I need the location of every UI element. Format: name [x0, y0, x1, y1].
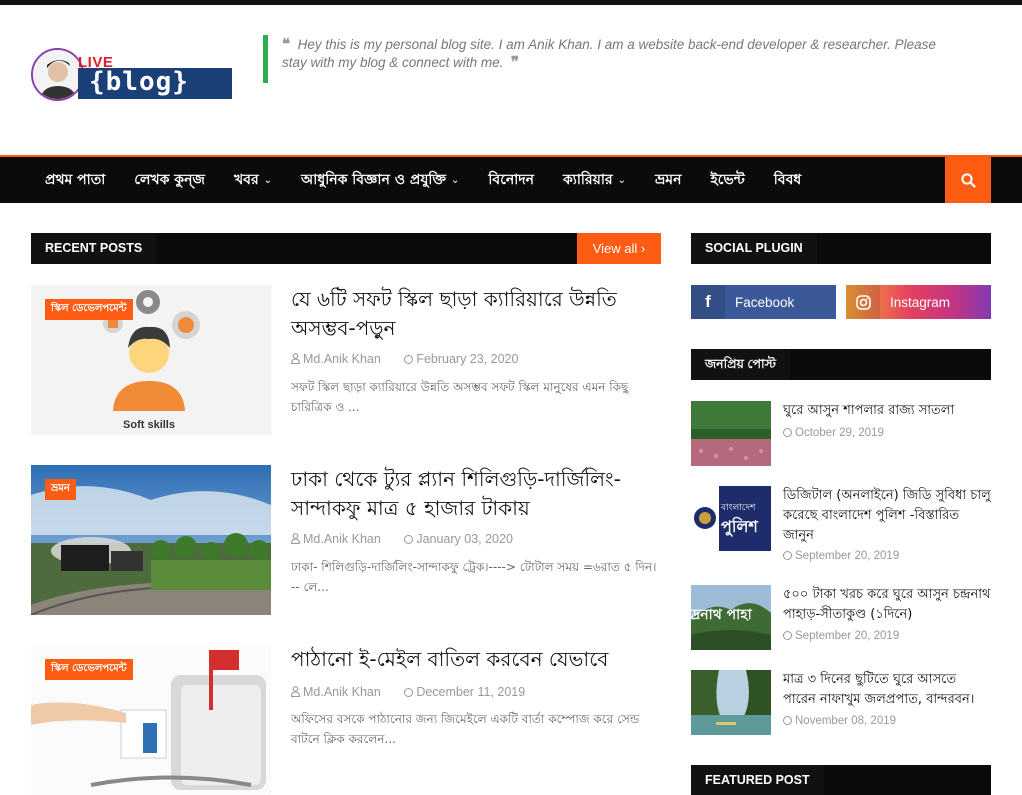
post-excerpt: সফট স্কিল ছাড়া ক্যারিয়ারে উন্নতি অসম্ভ…: [291, 380, 629, 414]
popular-post-item: ঘুরে আসুন শাপলার রাজ্য সাতলা October 29,…: [691, 401, 991, 466]
post-meta: Md.Anik Khan February 23, 2020: [291, 352, 538, 366]
tagline-text: Hey this is my personal blog site. I am …: [282, 37, 936, 70]
clock-icon: [783, 428, 792, 437]
post-excerpt: অফিসের বসকে পাঠানোর জন্য জিমেইলে একটি বা…: [291, 712, 640, 746]
post-thumbnail[interactable]: ভ্রমন: [31, 465, 271, 615]
popular-post-thumbnail[interactable]: [691, 670, 771, 735]
featured-post-title: FEATURED POST: [691, 765, 824, 795]
facebook-label: Facebook: [735, 294, 795, 310]
search-icon: [960, 172, 976, 188]
thumb-text: বাংলাদেশ: [721, 503, 756, 513]
nav-item-travel[interactable]: ভ্রমন: [655, 168, 681, 192]
thumb-text: দ্রনাথ পাহা: [691, 607, 752, 623]
nav-item-news[interactable]: খবর ⌄: [234, 168, 272, 192]
chevron-down-icon: ⌄: [451, 174, 460, 186]
close-quote-icon: ❞: [510, 54, 519, 71]
clock-icon: [404, 688, 414, 697]
instagram-button[interactable]: Instagram: [846, 285, 991, 319]
nav-item-career[interactable]: ক্যারিয়ার ⌄: [563, 168, 626, 192]
post-thumbnail[interactable]: Soft skills স্কিল ডেভেলপমেন্ট: [31, 285, 271, 435]
post-date: December 11, 2019: [416, 685, 526, 699]
clock-icon: [404, 355, 414, 364]
popular-post-item: দ্রনাথ পাহা ৫০০ টাকা খরচ করে ঘুরে আসুন চ…: [691, 585, 991, 650]
post-thumbnail[interactable]: স্কিল ডেভেলপমেন্ট: [31, 645, 271, 795]
nav-item-entertainment[interactable]: বিনোদন: [488, 168, 534, 192]
category-badge[interactable]: স্কিল ডেভেলপমেন্ট: [45, 299, 133, 320]
instagram-icon: [846, 285, 880, 319]
popular-posts-header: জনপ্রিয় পোস্ট: [691, 349, 991, 380]
post-meta: Md.Anik Khan January 03, 2020: [291, 532, 533, 546]
view-all-button[interactable]: View all ›: [577, 233, 661, 264]
nav-item-science-tech[interactable]: আধুনিক বিজ্ঞান ও প্রযুক্তি ⌄: [301, 168, 459, 192]
popular-post-thumbnail[interactable]: দ্রনাথ পাহা: [691, 585, 771, 650]
clock-icon: [404, 535, 414, 544]
post-title[interactable]: যে ৬টি সফট স্কিল ছাড়া ক্যারিয়ারে উন্নত…: [291, 285, 661, 343]
popular-post-title[interactable]: ৫০০ টাকা খরচ করে ঘুরে আসুন চন্দ্রনাথ পাহ…: [783, 585, 991, 625]
post-meta: Md.Anik Khan December 11, 2019: [291, 685, 545, 699]
post-card: ভ্রমন ঢাকা থেকে ট্যুর প্ল্যান শিলিগুড়ি-…: [31, 465, 661, 615]
search-button[interactable]: [945, 157, 991, 203]
recent-posts-title: RECENT POSTS: [31, 233, 157, 264]
site-logo[interactable]: LIVE {blog}: [31, 48, 232, 101]
post-title[interactable]: ঢাকা থেকে ট্যুর প্ল্যান শিলিগুড়ি-দার্জি…: [291, 465, 661, 523]
post-card: Soft skills স্কিল ডেভেলপমেন্ট যে ৬টি সফট…: [31, 285, 661, 435]
main-navigation: প্রথম পাতা লেখক কুন্জ খবর ⌄ আধুনিক বিজ্ঞা…: [0, 155, 1022, 203]
person-icon: [291, 533, 300, 544]
chevron-down-icon: ⌄: [263, 174, 273, 186]
avatar: [31, 48, 84, 101]
popular-post-item: মাত্র ৩ দিনের ছুটিতে ঘুরে আসতে পারেন নাফ…: [691, 670, 991, 735]
popular-post-date: November 08, 2019: [783, 715, 896, 727]
social-plugin-header: SOCIAL PLUGIN: [691, 233, 991, 264]
post-author[interactable]: Md.Anik Khan: [303, 532, 381, 546]
recent-posts-header: RECENT POSTS View all ›: [31, 233, 661, 264]
popular-post-title[interactable]: ডিজিটাল (অনলাইনে) জিডি সুবিধা চালু করেছে…: [783, 486, 991, 546]
popular-post-date: September 20, 2019: [783, 630, 899, 642]
nav-item-writers[interactable]: লেখক কুন্জ: [134, 168, 205, 192]
category-badge[interactable]: ভ্রমন: [45, 479, 76, 500]
instagram-label: Instagram: [890, 294, 951, 310]
post-author[interactable]: Md.Anik Khan: [303, 352, 381, 366]
site-tagline-quote: ❝ Hey this is my personal blog site. I a…: [263, 35, 963, 83]
open-quote-icon: ❝: [282, 36, 291, 53]
post-date: January 03, 2020: [416, 532, 513, 546]
clock-icon: [783, 716, 792, 725]
popular-post-date: September 20, 2019: [783, 550, 899, 562]
post-title[interactable]: পাঠানো ই-মেইল বাতিল করবেন যেভাবে: [291, 645, 661, 674]
thumb-text: পুলিশ: [721, 517, 758, 536]
post-card: স্কিল ডেভেলপমেন্ট পাঠানো ই-মেইল বাতিল কর…: [31, 645, 661, 795]
clock-icon: [783, 551, 792, 560]
thumb-caption: Soft skills: [123, 419, 175, 431]
person-icon: [291, 686, 300, 697]
nav-item-misc[interactable]: বিবধ: [774, 168, 801, 192]
popular-post-title[interactable]: মাত্র ৩ দিনের ছুটিতে ঘুরে আসতে পারেন নাফ…: [783, 670, 991, 710]
facebook-button[interactable]: f Facebook: [691, 285, 836, 319]
nav-menu: প্রথম পাতা লেখক কুন্জ খবর ⌄ আধুনিক বিজ্ঞা…: [45, 157, 830, 203]
chevron-down-icon: ⌄: [617, 174, 627, 186]
post-excerpt: ঢাকা- শিলিগুড়ি-দার্জিলিং-সান্দাকফু ট্রে…: [291, 560, 657, 594]
popular-post-date: October 29, 2019: [783, 427, 884, 439]
top-strip: [0, 0, 1022, 5]
clock-icon: [783, 631, 792, 640]
nav-item-home[interactable]: প্রথম পাতা: [45, 168, 105, 192]
nav-item-event[interactable]: ইভেন্ট: [710, 168, 744, 192]
popular-post-thumbnail[interactable]: বাংলাদেশ পুলিশ: [691, 486, 771, 551]
popular-post-title[interactable]: ঘুরে আসুন শাপলার রাজ্য সাতলা: [783, 401, 991, 421]
popular-posts-title: জনপ্রিয় পোস্ট: [691, 349, 790, 380]
post-author[interactable]: Md.Anik Khan: [303, 685, 381, 699]
popular-post-thumbnail[interactable]: [691, 401, 771, 466]
logo-blog-text: {blog}: [89, 67, 189, 97]
category-badge[interactable]: স্কিল ডেভেলপমেন্ট: [45, 659, 133, 680]
post-date: February 23, 2020: [416, 352, 519, 366]
facebook-icon: f: [691, 285, 725, 319]
person-icon: [291, 353, 300, 364]
featured-post-header: FEATURED POST: [691, 765, 991, 795]
social-plugin-title: SOCIAL PLUGIN: [691, 233, 817, 264]
popular-post-item: বাংলাদেশ পুলিশ ডিজিটাল (অনলাইনে) জিডি সু…: [691, 486, 991, 562]
